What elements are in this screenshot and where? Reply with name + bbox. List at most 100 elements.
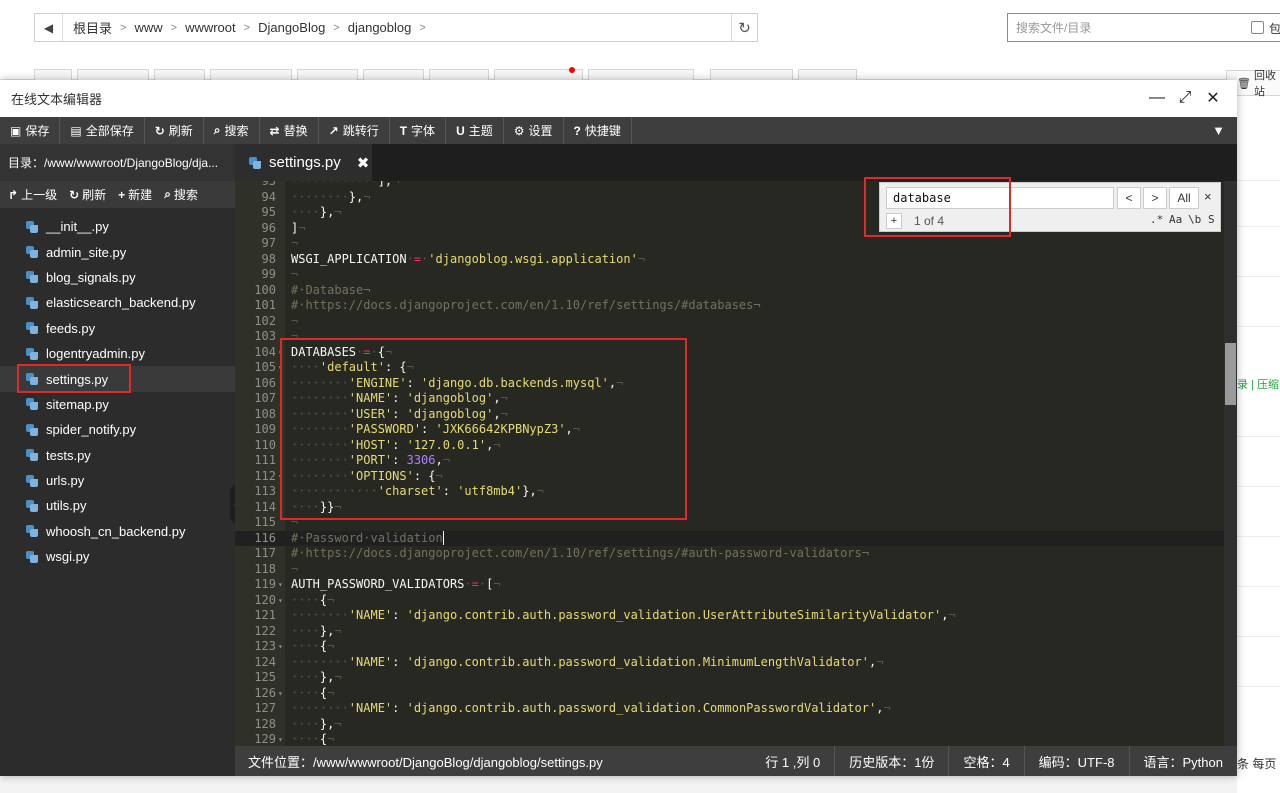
find-next-button[interactable]: > <box>1143 187 1167 209</box>
file-item[interactable]: admin_site.py <box>0 239 235 264</box>
toolbar-button-refresh[interactable]: ↻ 刷新 <box>145 117 204 144</box>
code-text: ¬ <box>291 267 298 283</box>
code-line[interactable]: 116 #·Password·validation <box>235 530 1237 546</box>
fold-arrow-icon[interactable]: ▾ <box>278 732 283 746</box>
sidebar-action-label: 上一级 <box>21 188 58 202</box>
sidebar-action-refresh[interactable]: ↻ 刷新 <box>69 186 106 203</box>
code-line[interactable]: 100 #·Database¬ <box>235 283 1237 299</box>
file-row[interactable] <box>1237 180 1280 181</box>
back-arrow-icon[interactable]: ◀ <box>35 14 63 41</box>
file-item[interactable]: urls.py <box>0 468 235 493</box>
toolbar-button-gear[interactable]: ⚙ 设置 <box>504 117 564 144</box>
file-row[interactable] <box>1237 536 1280 537</box>
scrollbar-thumb[interactable] <box>1225 343 1236 405</box>
tab-close-icon[interactable]: ✖ <box>357 154 370 172</box>
code-line[interactable]: 127 ········'NAME': 'django.contrib.auth.… <box>235 701 1237 717</box>
toolbar-button-save[interactable]: ▣ 保存 <box>0 117 61 144</box>
code-line[interactable]: 119 ▾ AUTH_PASSWORD_VALIDATORS·=·[¬ <box>235 577 1237 593</box>
file-row[interactable] <box>1237 486 1280 487</box>
maximize-icon[interactable]: ⤢ <box>1177 89 1193 106</box>
file-item[interactable]: feeds.py <box>0 316 235 341</box>
include-subdir-checkbox[interactable] <box>1251 21 1264 34</box>
code-line[interactable]: 118 ¬ <box>235 562 1237 578</box>
file-row[interactable] <box>1237 436 1280 437</box>
code-line[interactable]: 99 ¬ <box>235 267 1237 283</box>
python-file-icon <box>26 550 38 563</box>
file-item[interactable]: wsgi.py <box>0 544 235 569</box>
code-line[interactable]: 120 ▾ ····{¬ <box>235 593 1237 609</box>
address-bar[interactable]: ◀ 根目录 > www > wwwroot > DjangoBlog > djangoblog >… <box>34 13 758 42</box>
code-line[interactable]: 117 #·https://docs.djangoproject.com/en/1… <box>235 546 1237 562</box>
file-item[interactable]: utils.py <box>0 493 235 518</box>
code-token: #·https://docs.djangoproject.com/en/1.10… <box>291 546 869 560</box>
sidebar-action-new-file[interactable]: + 新建 <box>118 186 152 203</box>
fold-arrow-icon[interactable]: ▾ <box>278 686 283 702</box>
code-line[interactable]: 97 ¬ <box>235 236 1237 252</box>
breadcrumb-item[interactable]: 根目录 <box>73 18 112 37</box>
file-row[interactable] <box>1237 586 1280 587</box>
toolbar-button-goto-line[interactable]: ↗ 跳转行 <box>319 117 390 144</box>
fold-arrow-icon[interactable]: ▾ <box>278 577 283 593</box>
breadcrumb-item[interactable]: wwwroot <box>185 20 236 35</box>
close-icon[interactable]: ✕ <box>1205 90 1221 107</box>
find-regex-toggle[interactable]: .* <box>1150 213 1163 229</box>
toolbar-button-save-all[interactable]: ▤ 全部保存 <box>60 117 145 144</box>
code-line[interactable]: 121 ········'NAME': 'django.contrib.auth.… <box>235 608 1237 624</box>
file-item[interactable]: whoosh_cn_backend.py <box>0 519 235 544</box>
vertical-scrollbar[interactable] <box>1224 181 1237 746</box>
find-case-toggle[interactable]: Aa <box>1169 213 1182 229</box>
fold-arrow-icon[interactable]: ▾ <box>278 593 283 609</box>
code-line[interactable]: 124 ········'NAME': 'django.contrib.auth.… <box>235 655 1237 671</box>
file-row[interactable] <box>1237 276 1280 277</box>
sidebar-action-search[interactable]: ⌕ 搜索 <box>164 186 198 203</box>
file-item[interactable]: blog_signals.py <box>0 265 235 290</box>
fold-arrow-icon[interactable]: ▾ <box>278 639 283 655</box>
code-line[interactable]: 98 WSGI_APPLICATION·=·'djangoblog.wsgi.ap… <box>235 252 1237 268</box>
code-line[interactable]: 128 ····},¬ <box>235 717 1237 733</box>
code-line[interactable]: 122 ····},¬ <box>235 624 1237 640</box>
chevron-down-icon[interactable]: ▼ <box>1212 123 1225 138</box>
line-number: 119 <box>254 577 276 591</box>
find-word-toggle[interactable]: \b <box>1188 213 1201 229</box>
toolbar-button-help[interactable]: ? 快捷键 <box>564 117 632 144</box>
code-line[interactable]: 101 #·https://docs.djangoproject.com/en/1… <box>235 298 1237 314</box>
breadcrumb-item[interactable]: DjangoBlog <box>258 20 325 35</box>
find-close-icon[interactable]: × <box>1204 189 1212 204</box>
file-item[interactable]: tests.py <box>0 443 235 468</box>
status-language[interactable]: 语言：Python <box>1128 746 1237 776</box>
python-file-icon <box>26 449 38 462</box>
status-indent[interactable]: 空格：4 <box>948 746 1023 776</box>
toolbar-button-search[interactable]: ⌕ 搜索 <box>204 117 260 144</box>
status-history[interactable]: 历史版本：1份 <box>834 746 948 776</box>
file-item[interactable]: spider_notify.py <box>0 417 235 442</box>
code-line[interactable]: 123 ▾ ····{¬ <box>235 639 1237 655</box>
find-all-button[interactable]: All <box>1169 187 1199 209</box>
code-line[interactable]: 129 ▾ ····{¬ <box>235 732 1237 746</box>
tab-settings-py[interactable]: settings.py ✖ <box>235 144 372 181</box>
file-actions-link[interactable]: 录 | 压缩 | <box>1237 376 1280 392</box>
code-line[interactable]: 102 ¬ <box>235 314 1237 330</box>
breadcrumb-item[interactable]: djangoblog <box>348 20 412 35</box>
code-line[interactable]: 125 ····},¬ <box>235 670 1237 686</box>
breadcrumb-item[interactable]: www <box>134 20 162 35</box>
code-token: ¬ <box>327 732 335 746</box>
file-item[interactable]: logentryadmin.py <box>0 341 235 366</box>
file-row[interactable] <box>1237 686 1280 687</box>
file-item[interactable]: __init__.py <box>0 214 235 239</box>
file-item[interactable]: elasticsearch_backend.py <box>0 290 235 315</box>
find-prev-button[interactable]: < <box>1117 187 1141 209</box>
refresh-icon[interactable]: ↻ <box>731 14 757 41</box>
file-row[interactable] <box>1237 636 1280 637</box>
file-row[interactable] <box>1237 226 1280 227</box>
minimize-icon[interactable]: — <box>1149 89 1165 106</box>
toolbar-button-replace[interactable]: ⇄ 替换 <box>260 117 319 144</box>
file-item[interactable]: sitemap.py <box>0 392 235 417</box>
code-line[interactable]: 126 ▾ ····{¬ <box>235 686 1237 702</box>
file-search-input[interactable]: 搜索文件/目录 包 <box>1007 13 1280 42</box>
status-encoding[interactable]: 编码：UTF-8 <box>1023 746 1129 776</box>
file-row[interactable] <box>1237 326 1280 327</box>
toolbar-button-theme[interactable]: U 主题 <box>446 117 504 144</box>
sidebar-action-up-level[interactable]: ↱ 上一级 <box>8 186 57 203</box>
toolbar-button-font[interactable]: T 字体 <box>390 117 447 144</box>
find-selection-toggle[interactable]: S <box>1208 213 1215 229</box>
